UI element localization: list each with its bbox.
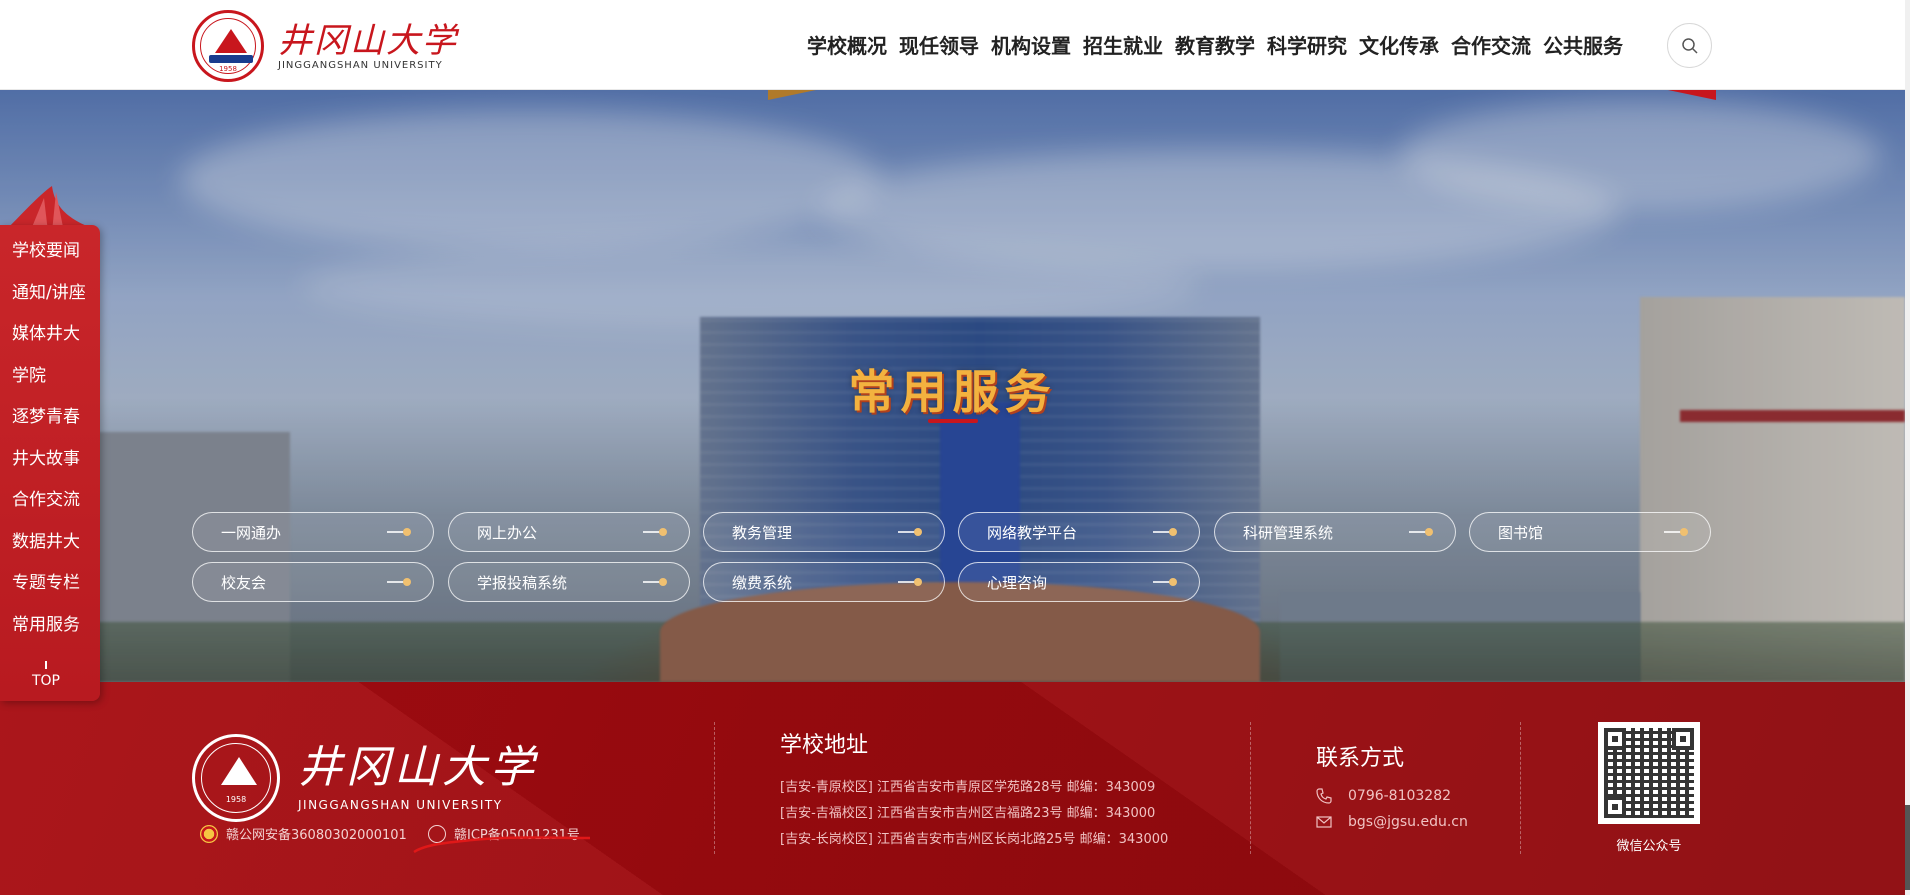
address-heading: 学校地址	[780, 733, 869, 758]
footer-divider	[1520, 722, 1521, 854]
service-online-office[interactable]: 网上办公	[448, 512, 690, 552]
up-arrow-icon	[45, 661, 47, 669]
side-item-youth[interactable]: 逐梦青春	[0, 397, 100, 439]
icp-handwritten-underline	[413, 836, 591, 854]
service-one-stop[interactable]: 一网通办	[192, 512, 434, 552]
logo-english-name: JINGGANGSHAN UNIVERSITY	[278, 59, 443, 71]
services-title-underline	[928, 419, 978, 423]
contact-email[interactable]: bgs@jgsu.edu.cn	[1316, 814, 1468, 830]
site-logo[interactable]: 1958 井冈山大学 JINGGANGSHAN UNIVERSITY	[192, 10, 458, 82]
service-counseling[interactable]: 心理咨询	[958, 562, 1200, 602]
side-item-news[interactable]: 学校要闻	[0, 231, 100, 273]
nav-item-about[interactable]: 学校概况	[807, 30, 887, 59]
footer-logo-english-name: JINGGANGSHAN UNIVERSITY	[298, 798, 503, 812]
main-nav: 学校概况 现任领导 机构设置 招生就业 教育教学 科学研究 文化传承 合作交流 …	[807, 30, 1623, 59]
service-payment[interactable]: 缴费系统	[703, 562, 945, 602]
hero-banner: 常用服务 一网通办 网上办公 教务管理 网络教学平台 科研管理系统 图书馆 校友…	[0, 90, 1905, 682]
search-icon	[1682, 38, 1698, 54]
footer-seal-icon: 1958	[192, 734, 280, 822]
nav-item-culture[interactable]: 文化传承	[1359, 30, 1439, 59]
wechat-caption: 微信公众号	[1616, 839, 1682, 854]
nav-item-leadership[interactable]: 现任领导	[899, 30, 979, 59]
scrollbar-thumb[interactable]	[1905, 805, 1910, 890]
side-item-cooperation[interactable]: 合作交流	[0, 480, 100, 522]
service-alumni[interactable]: 校友会	[192, 562, 434, 602]
page-scrollbar[interactable]	[1905, 0, 1910, 895]
wechat-qr-code	[1598, 722, 1700, 824]
university-seal-icon: 1958	[192, 10, 264, 82]
police-registration[interactable]: 赣公网安备36080302000101	[200, 824, 407, 843]
side-item-services[interactable]: 常用服务	[0, 605, 100, 647]
contact-phone: 0796-8103282	[1316, 788, 1451, 804]
side-item-notices[interactable]: 通知/讲座	[0, 273, 100, 315]
footer-divider	[1250, 722, 1251, 854]
back-to-top-button[interactable]: TOP	[0, 661, 92, 689]
footer-logo[interactable]: 1958 井冈山大学 JINGGANGSHAN UNIVERSITY	[192, 734, 538, 822]
nav-item-organization[interactable]: 机构设置	[991, 30, 1071, 59]
nav-item-cooperation[interactable]: 合作交流	[1451, 30, 1531, 59]
footer-logo-chinese-name: 井冈山大学	[298, 742, 538, 793]
police-badge-icon	[200, 824, 218, 843]
site-header: 1958 井冈山大学 JINGGANGSHAN UNIVERSITY 学校概况 …	[0, 0, 1905, 90]
service-academic-affairs[interactable]: 教务管理	[703, 512, 945, 552]
service-online-teaching[interactable]: 网络教学平台	[958, 512, 1200, 552]
footer-divider	[714, 722, 715, 854]
service-library[interactable]: 图书馆	[1469, 512, 1711, 552]
contact-heading: 联系方式	[1316, 746, 1405, 771]
nav-item-public-service[interactable]: 公共服务	[1543, 30, 1623, 59]
search-button[interactable]	[1667, 23, 1712, 68]
mail-icon	[1316, 816, 1332, 828]
nav-item-education[interactable]: 教育教学	[1175, 30, 1255, 59]
side-item-colleges[interactable]: 学院	[0, 356, 100, 398]
side-item-stories[interactable]: 井大故事	[0, 439, 100, 481]
logo-chinese-name: 井冈山大学	[278, 20, 458, 61]
side-item-data[interactable]: 数据井大	[0, 522, 100, 564]
service-research-management[interactable]: 科研管理系统	[1214, 512, 1456, 552]
address-line-changgang: [吉安-长岗校区] 江西省吉安市吉州区长岗北路25号 邮编：343000	[780, 832, 1169, 847]
service-journal-submission[interactable]: 学报投稿系统	[448, 562, 690, 602]
side-menu: 学校要闻 通知/讲座 媒体井大 学院 逐梦青春 井大故事 合作交流 数据井大 专…	[0, 225, 100, 701]
services-title: 常用服务	[848, 365, 1057, 419]
side-item-topics[interactable]: 专题专栏	[0, 563, 100, 605]
nav-item-admissions[interactable]: 招生就业	[1083, 30, 1163, 59]
address-line-jifu: [吉安-吉福校区] 江西省吉安市吉州区吉福路23号 邮编：343000	[780, 806, 1156, 821]
address-line-qingyuan: [吉安-青原校区] 江西省吉安市青原区学苑路28号 邮编：343009	[780, 780, 1156, 795]
nav-item-research[interactable]: 科学研究	[1267, 30, 1347, 59]
side-item-media[interactable]: 媒体井大	[0, 314, 100, 356]
phone-icon	[1316, 788, 1332, 804]
